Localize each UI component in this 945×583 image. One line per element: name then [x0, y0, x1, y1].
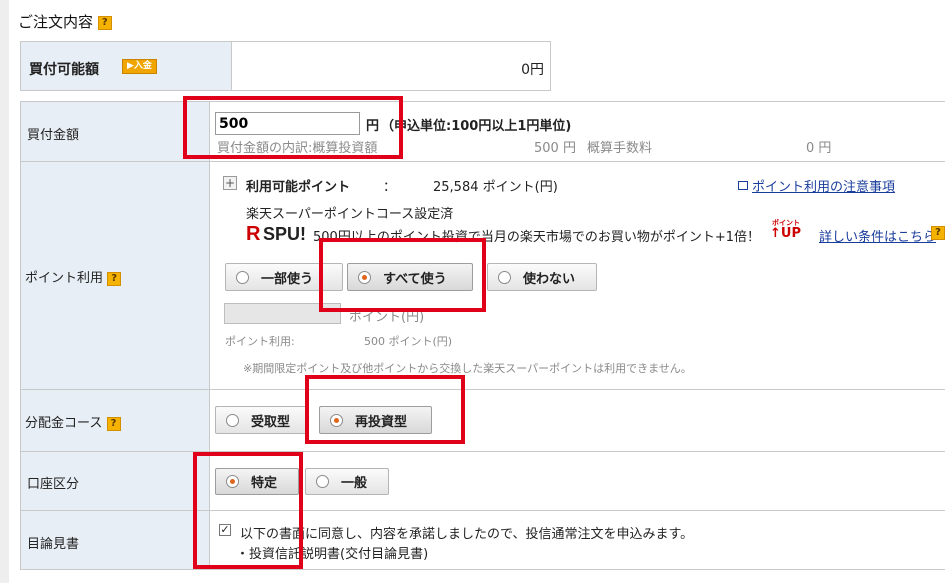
points-option-none-label: 使わない — [523, 271, 576, 287]
deposit-badge-button[interactable]: ▶入金 — [122, 59, 157, 74]
buying-power-label: 買付可能額 — [29, 62, 99, 78]
distribution-option-receive[interactable]: 受取型 — [215, 406, 308, 434]
rakuten-r-logo: R — [246, 223, 261, 245]
fee-label: 概算手数料 — [587, 141, 653, 156]
help-icon[interactable]: ? — [107, 271, 122, 286]
order-table-header-column — [21, 102, 210, 569]
radio-icon — [226, 413, 239, 427]
section-title-text: ご注文内容 — [18, 13, 94, 31]
help-icon[interactable]: ? — [931, 226, 945, 240]
prospectus-label: 目論見書 — [27, 537, 80, 552]
expand-plus-icon[interactable]: + — [223, 176, 237, 190]
points-usage-value: 500 ポイント(円) — [364, 335, 453, 348]
available-points-label: 利用可能ポイント — [246, 180, 351, 195]
buying-power-label-cell: 買付可能額 ▶入金 — [20, 41, 232, 91]
left-edge-bar — [0, 0, 9, 583]
fee-value: 0 円 — [806, 141, 832, 156]
course-set-text: 楽天スーパーポイントコース設定済 — [246, 207, 454, 222]
distribution-option-receive-label: 受取型 — [251, 414, 291, 430]
point-notes-link[interactable]: ポイント利用の注意事項 — [752, 176, 895, 195]
account-option-general-label: 一般 — [341, 476, 368, 491]
points-option-partial-label: 一部使う — [261, 271, 314, 287]
points-label-group: ポイント利用 ? — [25, 267, 122, 286]
points-label: ポイント利用 — [25, 271, 104, 286]
details-link[interactable]: 詳しい条件はこちら — [819, 226, 936, 245]
highlight-box-points — [319, 238, 486, 312]
distribution-label-group: 分配金コース ? — [25, 412, 121, 431]
row-divider — [21, 510, 945, 511]
help-icon[interactable]: ? — [106, 416, 121, 431]
row-divider — [21, 451, 945, 452]
amount-unit-note: （申込単位:100円以上1円単位) — [381, 119, 572, 134]
account-label: 口座区分 — [27, 477, 80, 492]
buying-power-value-cell: 0円 — [231, 41, 551, 91]
point-notes-link-group[interactable]: ポイント利用の注意事項 — [738, 176, 895, 195]
highlight-box-distribution — [305, 375, 465, 444]
radio-icon — [498, 270, 511, 284]
radio-icon — [316, 475, 329, 488]
help-icon[interactable]: ? — [97, 15, 112, 30]
highlight-box-amount — [183, 96, 403, 159]
buying-power-value: 0円 — [521, 62, 544, 78]
points-option-none[interactable]: 使わない — [487, 263, 597, 291]
row-divider — [21, 389, 945, 390]
spu-logo: SPU! — [263, 224, 307, 244]
highlight-box-account-prospectus — [193, 452, 303, 569]
points-usage-label: ポイント利用: — [225, 335, 295, 348]
radio-icon — [236, 270, 249, 284]
section-title: ご注文内容 ? — [18, 11, 112, 32]
agree-text: 以下の書面に同意し、内容を承諾しましたので、投信通常注文を申込みます。 — [240, 527, 694, 542]
amount-breakdown-value: 500 円 — [534, 141, 576, 156]
row-divider — [21, 161, 945, 162]
distribution-label: 分配金コース — [25, 416, 103, 431]
points-disclaimer: ※期間限定ポイント及び他ポイントから交換した楽天スーパーポイントは利用できません… — [243, 362, 692, 375]
available-points-colon: ： — [383, 180, 397, 195]
amount-label: 買付金額 — [27, 128, 80, 143]
available-points-value: 25,584 ポイント(円) — [433, 180, 558, 195]
window-link-icon — [738, 181, 748, 190]
point-up-label: ↑UP — [770, 226, 801, 241]
account-option-general[interactable]: 一般 — [305, 468, 389, 495]
